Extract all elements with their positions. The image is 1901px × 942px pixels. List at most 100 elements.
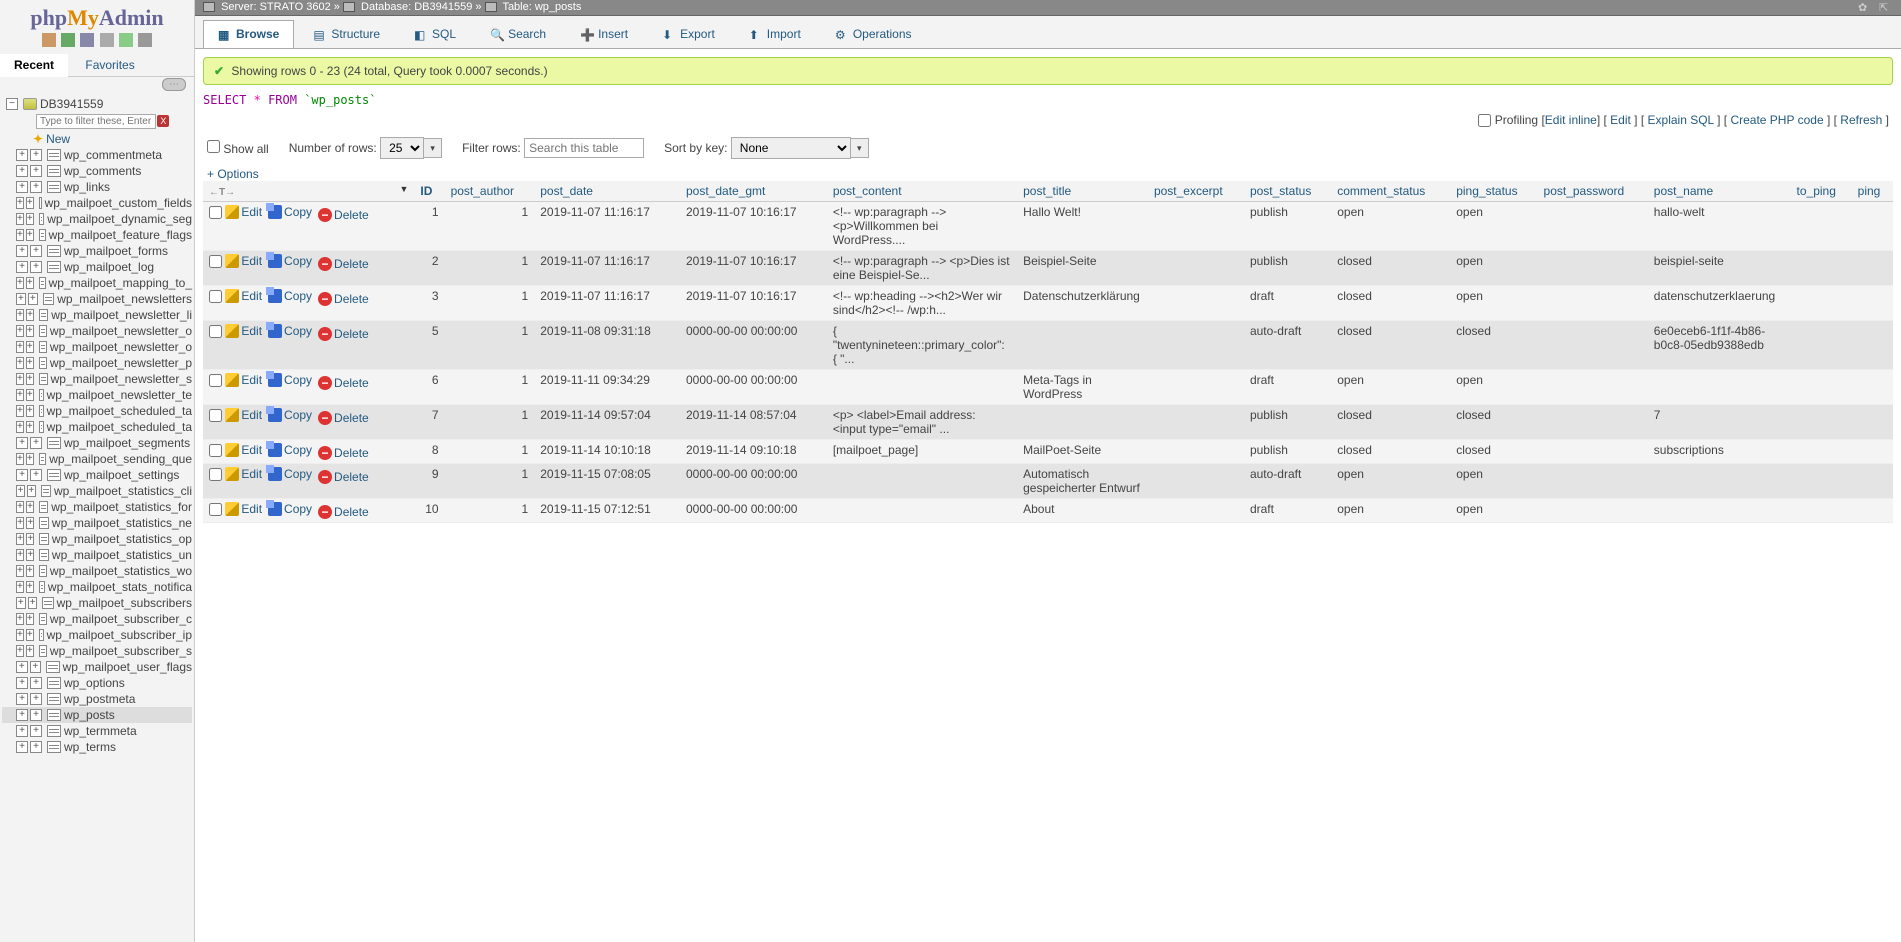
copy-button[interactable]: Copy <box>268 324 312 338</box>
tree-new-item[interactable]: ✦ New <box>2 131 192 147</box>
expand-icon[interactable]: + <box>16 389 24 401</box>
refresh-link[interactable]: Refresh <box>1840 113 1882 127</box>
expand-icon[interactable]: + <box>30 661 42 673</box>
profiling-label[interactable]: Profiling <box>1495 113 1538 127</box>
expand-icon[interactable]: + <box>16 437 28 449</box>
expand-icon[interactable]: + <box>30 709 42 721</box>
expand-icon[interactable]: + <box>16 245 28 257</box>
row-checkbox[interactable] <box>209 444 222 457</box>
expand-icon[interactable]: + <box>27 485 36 497</box>
column-header-comment_status[interactable]: comment_status <box>1331 181 1450 202</box>
expand-icon[interactable]: + <box>26 581 34 593</box>
clear-filter-icon[interactable]: X <box>157 115 169 127</box>
expand-icon[interactable]: + <box>30 725 42 737</box>
expand-icon[interactable]: + <box>26 645 34 657</box>
expand-icon[interactable]: + <box>28 597 38 609</box>
home-icon[interactable] <box>42 33 56 47</box>
options-toggle[interactable]: + Options <box>207 167 259 181</box>
expand-icon[interactable]: + <box>26 357 34 369</box>
tab-sql[interactable]: ◧SQL <box>399 20 471 48</box>
expand-icon[interactable]: + <box>16 645 24 657</box>
expand-icon[interactable]: + <box>26 421 34 433</box>
expand-icon[interactable]: + <box>16 469 28 481</box>
chevron-down-icon[interactable]: ▾ <box>851 138 869 158</box>
expand-icon[interactable]: + <box>16 197 24 209</box>
edit-button[interactable]: Edit <box>225 502 262 516</box>
tree-table-item[interactable]: ++wp_mailpoet_segments <box>2 435 192 451</box>
tree-table-item[interactable]: ++wp_postmeta <box>2 691 192 707</box>
collapse-icon[interactable]: − <box>6 98 18 110</box>
expand-icon[interactable]: + <box>16 405 24 417</box>
tree-db-root[interactable]: − DB3941559 <box>2 96 192 112</box>
sort-by-key-select[interactable]: None <box>731 137 851 159</box>
create-php-link[interactable]: Create PHP code <box>1730 113 1823 127</box>
tree-table-item[interactable]: ++wp_mailpoet_statistics_cli <box>2 483 192 499</box>
tree-table-item[interactable]: ++wp_mailpoet_feature_flags <box>2 227 192 243</box>
edit-button[interactable]: Edit <box>225 373 262 387</box>
tree-table-item[interactable]: ++wp_mailpoet_newsletter_li <box>2 307 192 323</box>
edit-button[interactable]: Edit <box>225 254 262 268</box>
tree-table-item[interactable]: ++wp_links <box>2 179 192 195</box>
copy-button[interactable]: Copy <box>268 467 312 481</box>
row-checkbox[interactable] <box>209 503 222 516</box>
column-header-post_status[interactable]: post_status <box>1244 181 1331 202</box>
explain-sql-link[interactable]: Explain SQL <box>1648 113 1714 127</box>
expand-icon[interactable]: + <box>16 629 24 641</box>
expand-icon[interactable]: + <box>16 597 26 609</box>
copy-button[interactable]: Copy <box>268 502 312 516</box>
expand-icon[interactable]: + <box>30 261 42 273</box>
recent-tab[interactable]: Recent <box>0 54 68 77</box>
breadcrumb-table[interactable]: wp_posts <box>535 1 581 13</box>
delete-button[interactable]: Delete <box>318 505 369 519</box>
expand-icon[interactable]: + <box>26 309 34 321</box>
tab-insert[interactable]: ➕Insert <box>565 20 643 48</box>
expand-icon[interactable]: + <box>16 213 24 225</box>
expand-icon[interactable]: + <box>16 501 24 513</box>
expand-icon[interactable]: + <box>16 309 24 321</box>
expand-icon[interactable]: + <box>26 501 34 513</box>
row-checkbox[interactable] <box>209 374 222 387</box>
tree-table-item[interactable]: ++wp_mailpoet_subscriber_c <box>2 611 192 627</box>
collapse-icon[interactable]: ⋯ <box>162 78 186 91</box>
delete-button[interactable]: Delete <box>318 257 369 271</box>
tree-table-item[interactable]: ++wp_mailpoet_newsletters <box>2 291 192 307</box>
tree-table-item[interactable]: ++wp_comments <box>2 163 192 179</box>
expand-icon[interactable]: + <box>30 165 42 177</box>
expand-icon[interactable]: + <box>16 229 24 241</box>
expand-icon[interactable]: + <box>16 677 28 689</box>
num-rows-select[interactable]: 25 <box>380 137 424 159</box>
chevron-down-icon[interactable]: ▾ <box>424 138 442 158</box>
column-header-ping[interactable]: ping <box>1852 181 1893 202</box>
tree-table-item[interactable]: ++wp_terms <box>2 739 192 755</box>
docs-icon[interactable] <box>80 33 94 47</box>
expand-icon[interactable]: + <box>26 613 34 625</box>
expand-icon[interactable]: + <box>30 149 42 161</box>
edit-link[interactable]: Edit <box>1610 113 1631 127</box>
tree-table-item[interactable]: ++wp_mailpoet_newsletter_p <box>2 355 192 371</box>
tree-table-item[interactable]: ++wp_mailpoet_mapping_to_ <box>2 275 192 291</box>
tree-table-item[interactable]: ++wp_mailpoet_scheduled_ta <box>2 403 192 419</box>
column-header-post_password[interactable]: post_password <box>1538 181 1648 202</box>
expand-icon[interactable]: + <box>30 741 42 753</box>
column-header-post_date_gmt[interactable]: post_date_gmt <box>680 181 827 202</box>
tree-table-item[interactable]: ++wp_mailpoet_dynamic_seg <box>2 211 192 227</box>
reload-icon[interactable] <box>119 33 133 47</box>
tree-table-item[interactable]: ++wp_mailpoet_stats_notifica <box>2 579 192 595</box>
copy-button[interactable]: Copy <box>268 254 312 268</box>
edit-inline-link[interactable]: Edit inline <box>1545 113 1597 127</box>
expand-icon[interactable]: + <box>30 469 42 481</box>
row-checkbox[interactable] <box>209 409 222 422</box>
expand-icon[interactable]: + <box>16 261 28 273</box>
tree-table-item[interactable]: ++wp_mailpoet_user_flags <box>2 659 192 675</box>
expand-icon[interactable]: + <box>16 325 24 337</box>
copy-button[interactable]: Copy <box>268 373 312 387</box>
expand-icon[interactable]: + <box>30 437 42 449</box>
expand-icon[interactable]: + <box>16 453 24 465</box>
expand-icon[interactable]: + <box>16 533 24 545</box>
breadcrumb-database[interactable]: DB3941559 <box>414 1 472 13</box>
show-all-checkbox[interactable] <box>207 140 220 153</box>
tab-export[interactable]: ⬇Export <box>647 20 730 48</box>
tree-table-item[interactable]: ++wp_mailpoet_newsletter_o <box>2 339 192 355</box>
tab-search[interactable]: 🔍Search <box>475 20 561 48</box>
tree-table-item[interactable]: ++wp_commentmeta <box>2 147 192 163</box>
